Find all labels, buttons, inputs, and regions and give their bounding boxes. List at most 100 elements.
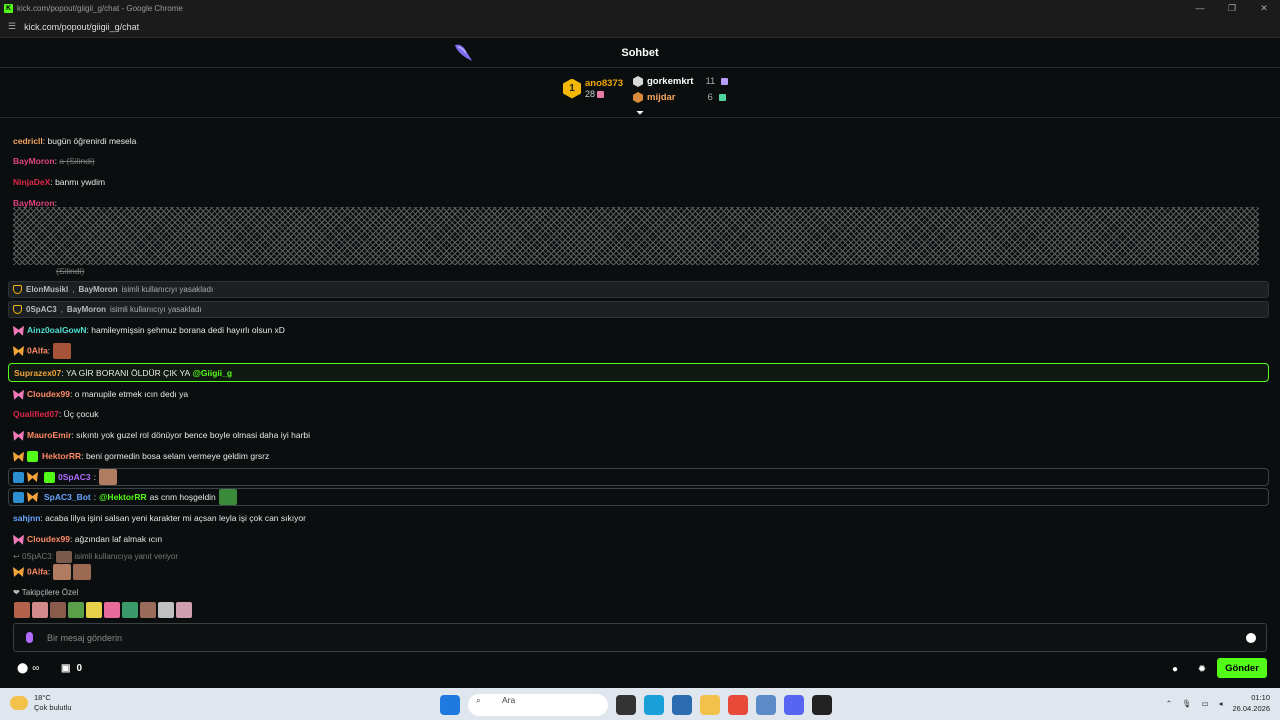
window-controls: — ❐ ✕ bbox=[1184, 0, 1280, 16]
username[interactable]: Cloudex99 bbox=[27, 389, 70, 399]
moderator-name[interactable]: ElonMusikl bbox=[26, 285, 68, 294]
leaderboard-first[interactable]: 1 ano8373 28 bbox=[563, 78, 623, 99]
file-explorer-icon[interactable] bbox=[700, 695, 720, 715]
clock[interactable]: 01:10 26.04.2026 bbox=[1232, 692, 1270, 714]
restore-icon[interactable]: ❐ bbox=[1216, 0, 1248, 16]
emote-icon[interactable] bbox=[176, 602, 192, 618]
pepe-emote-icon[interactable] bbox=[218, 489, 237, 505]
address-text: kick.com/popout/giigii_g/chat bbox=[24, 21, 140, 32]
window-titlebar: K kick.com/popout/giigii_g/chat - Google… bbox=[0, 0, 1280, 16]
username[interactable]: NinjaDeX bbox=[13, 177, 50, 187]
username[interactable]: MauroEmir bbox=[27, 430, 71, 440]
username[interactable]: 0Alfa bbox=[27, 345, 48, 355]
emote-icon[interactable] bbox=[104, 602, 120, 618]
volume-icon[interactable]: ◂ bbox=[1219, 699, 1223, 708]
chevron-up-icon[interactable]: ⌃ bbox=[1166, 699, 1172, 708]
channel-points[interactable]: ⬤ ∞ bbox=[17, 663, 39, 674]
emote-icon[interactable] bbox=[52, 564, 71, 580]
weather-widget[interactable]: 18°C Çok bulutlu bbox=[10, 693, 72, 713]
username[interactable]: Ainz0oalGowN bbox=[27, 325, 87, 335]
emote-icon[interactable] bbox=[122, 602, 138, 618]
chrome-icon[interactable] bbox=[728, 695, 748, 715]
username[interactable]: SpAC3_Bot bbox=[44, 492, 91, 502]
emote-icon[interactable] bbox=[140, 602, 156, 618]
chat-message: Ainz0oalGowN: hamileymişsin şehmuz boran… bbox=[13, 324, 285, 336]
temperature: 18°C bbox=[34, 693, 51, 702]
chat-input-box[interactable] bbox=[13, 623, 1267, 652]
leaderboard-third[interactable]: mijdar 6 bbox=[633, 92, 726, 103]
taskbar-search[interactable]: ⌕ Ara bbox=[468, 694, 608, 716]
close-icon[interactable]: ✕ bbox=[1248, 0, 1280, 16]
username[interactable]: sahjnn bbox=[13, 513, 40, 523]
username[interactable]: HektorRR bbox=[42, 451, 81, 461]
reply-icon: ↩ bbox=[13, 552, 20, 562]
butterfly-badge-icon bbox=[27, 492, 38, 502]
site-settings-icon[interactable]: ☰ bbox=[8, 21, 16, 32]
bronze-badge-icon bbox=[633, 92, 643, 103]
banned-user[interactable]: BayMoron bbox=[78, 285, 117, 294]
username[interactable]: cedricll bbox=[13, 136, 43, 146]
chat-message: HektorRR: beni gormedin bosa selam verme… bbox=[13, 450, 269, 463]
message-text: ağzından laf almak ıcın bbox=[74, 534, 163, 544]
emoji-picker-icon[interactable] bbox=[1246, 633, 1256, 643]
infinity-icon: ∞ bbox=[32, 663, 40, 674]
address-bar[interactable]: ☰ kick.com/popout/giigii_g/chat bbox=[0, 16, 1280, 38]
settings-icon[interactable]: ✹ bbox=[1196, 664, 1208, 676]
store-icon[interactable] bbox=[672, 695, 692, 715]
emote-icon[interactable] bbox=[98, 469, 117, 485]
emote-icon[interactable] bbox=[32, 602, 48, 618]
leaderboard-third-name: mijdar bbox=[647, 92, 676, 103]
butterfly-badge-icon bbox=[13, 346, 24, 356]
banned-user[interactable]: BayMoron bbox=[67, 305, 106, 314]
windows-start-icon[interactable] bbox=[440, 695, 460, 715]
username[interactable]: BayMoron bbox=[13, 156, 55, 166]
emote-icon[interactable] bbox=[50, 602, 66, 618]
network-icon[interactable]: ▭ bbox=[1202, 699, 1209, 708]
emote-icon bbox=[56, 551, 73, 563]
window-title: kick.com/popout/giigii_g/chat - Google C… bbox=[17, 3, 183, 13]
username[interactable]: 0SpAC3 bbox=[58, 472, 91, 482]
send-button[interactable]: Gönder bbox=[1217, 658, 1267, 678]
deleted-spam-pattern bbox=[13, 207, 1259, 265]
windows-taskbar: 18°C Çok bulutlu ⌕ Ara ⌃ 🎙 ▭ ◂ 01:10 26.0… bbox=[0, 688, 1280, 720]
emote-icon[interactable] bbox=[72, 564, 91, 580]
emote-icon[interactable] bbox=[86, 602, 102, 618]
subscriber-badge-icon bbox=[27, 451, 38, 463]
username[interactable]: Qualified07 bbox=[13, 409, 59, 419]
task-view-icon[interactable] bbox=[616, 695, 636, 715]
butterfly-badge-icon bbox=[13, 534, 24, 545]
emote-icon[interactable] bbox=[68, 602, 84, 618]
app-icon[interactable] bbox=[812, 695, 832, 715]
microphone-icon[interactable] bbox=[26, 632, 33, 643]
chat-message: 0Alfa: bbox=[13, 343, 71, 359]
mention-message: 0SpAC3: bbox=[8, 468, 1269, 486]
mention[interactable]: @HektorRR bbox=[99, 492, 147, 502]
emote-icon[interactable] bbox=[52, 343, 71, 359]
minimize-icon[interactable]: — bbox=[1184, 0, 1216, 16]
username[interactable]: Suprazex07 bbox=[14, 368, 61, 378]
mascot-icon bbox=[455, 44, 472, 61]
discord-icon[interactable] bbox=[784, 695, 804, 715]
username[interactable]: 0Alfa bbox=[27, 566, 48, 576]
chat-bubble-icon[interactable]: ● bbox=[1169, 664, 1181, 676]
leaderboard-first-name: ano8373 bbox=[585, 78, 624, 89]
heart-icon: ❤ bbox=[13, 588, 20, 597]
leaderboard-second[interactable]: gorkemkrt 11 bbox=[633, 76, 729, 87]
emote-icon[interactable] bbox=[158, 602, 174, 618]
mention[interactable]: @Giigii_g bbox=[193, 368, 232, 378]
gift-counter[interactable]: ▣ 0 bbox=[61, 663, 82, 674]
kick-logo-icon: K bbox=[4, 3, 13, 13]
moderator-name[interactable]: 0SpAC3 bbox=[26, 305, 57, 314]
system-tray: ⌃ 🎙 ▭ ◂ 01:10 26.04.2026 bbox=[1166, 692, 1270, 714]
reply-context[interactable]: ↩ 0SpAC3: isimli kullanıcıya yanıt veriy… bbox=[13, 551, 178, 563]
message-text: as cnm hoşgeldin bbox=[149, 492, 216, 502]
message-text: YA GİR BORANI ÖLDÜR ÇIK YA bbox=[65, 367, 191, 378]
microphone-tray-icon[interactable]: 🎙 bbox=[1182, 699, 1192, 708]
username[interactable]: Cloudex99 bbox=[27, 534, 70, 544]
emote-icon[interactable] bbox=[14, 602, 30, 618]
ban-notice: 0SpAC3, BayMoron isimli kullanıcıyı yasak… bbox=[8, 301, 1269, 318]
edge-icon[interactable] bbox=[644, 695, 664, 715]
silver-badge-icon bbox=[633, 76, 643, 87]
app-icon[interactable] bbox=[756, 695, 776, 715]
chat-input[interactable] bbox=[47, 632, 1207, 643]
